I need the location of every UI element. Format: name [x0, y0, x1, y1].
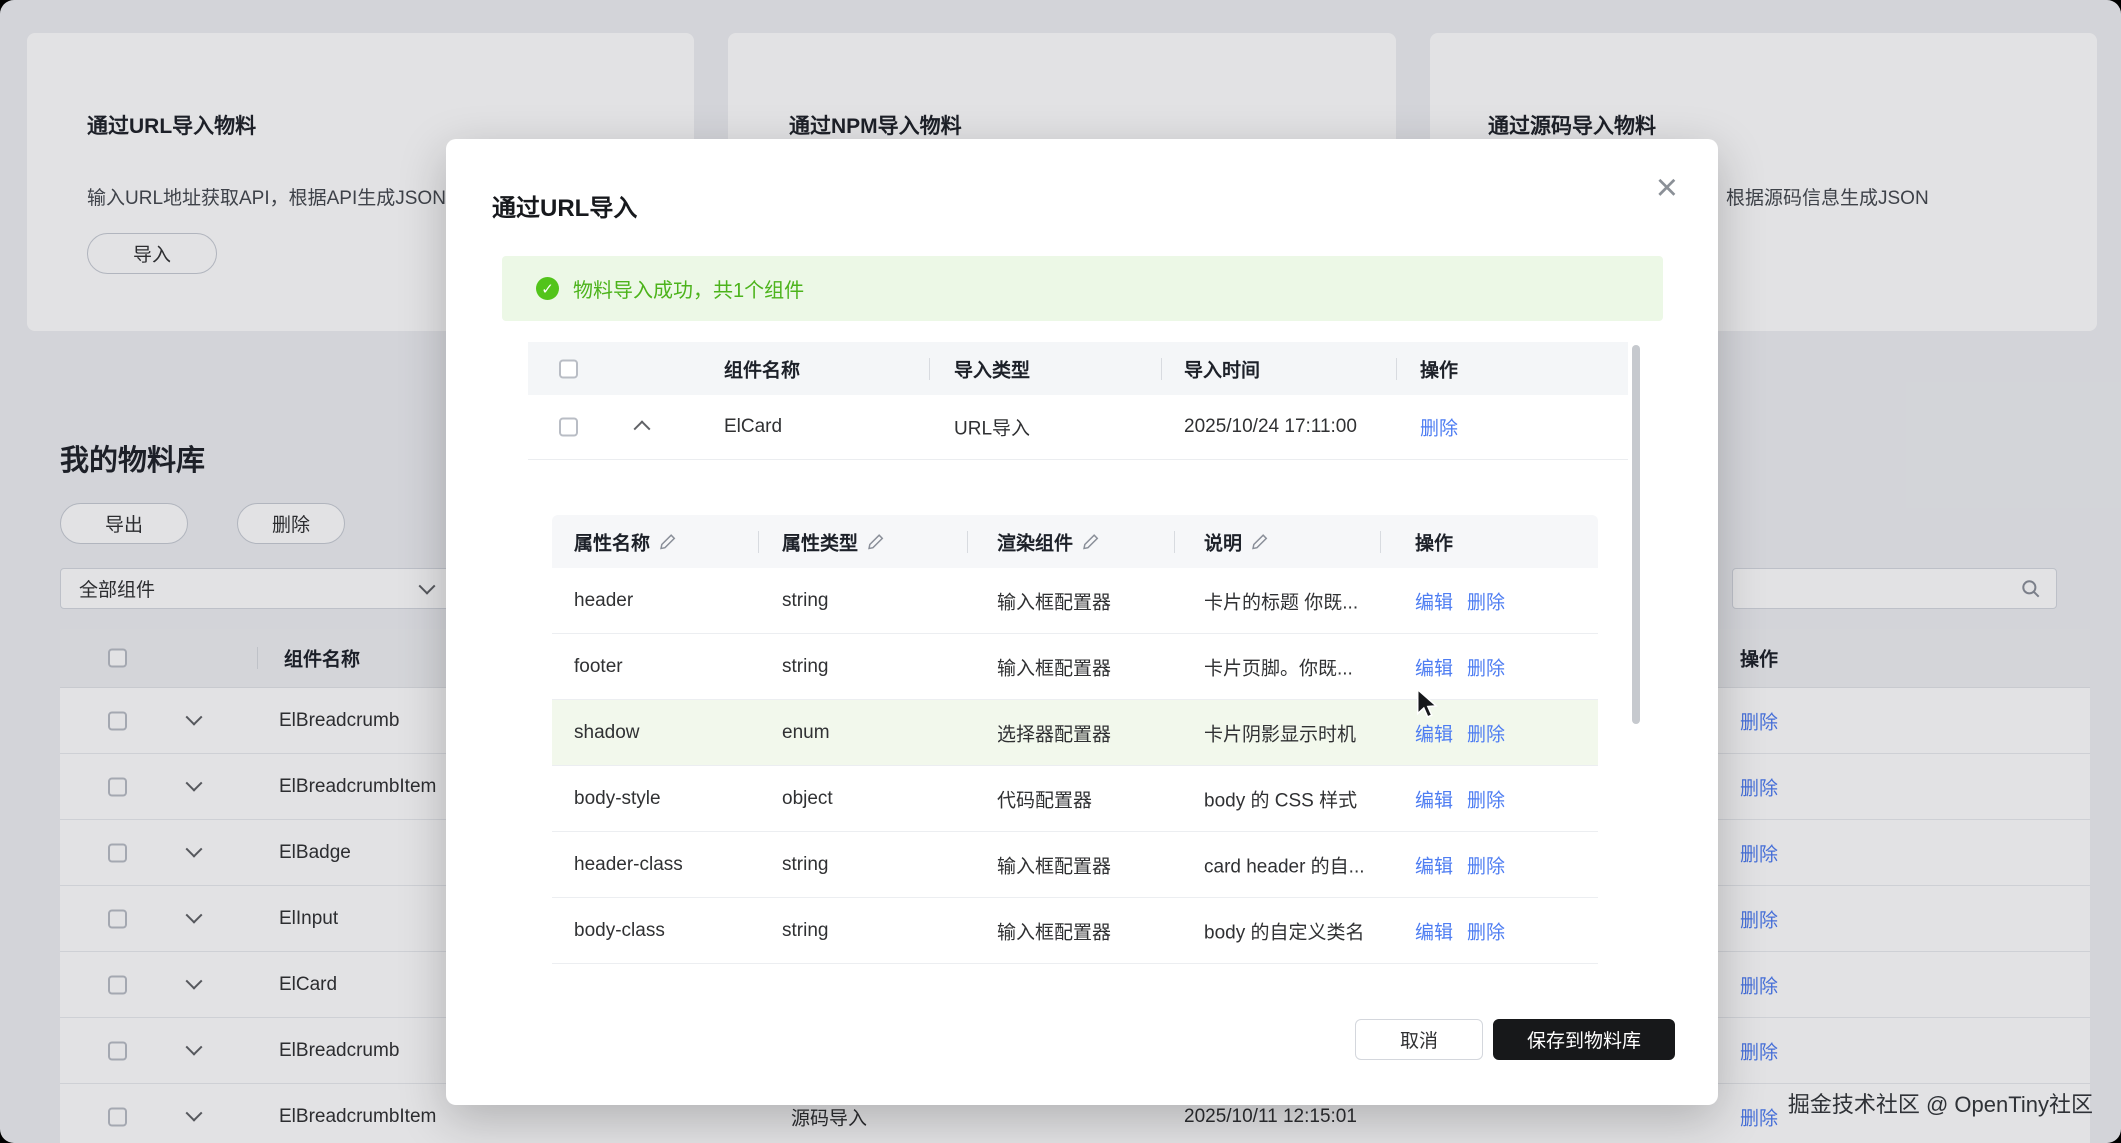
column-header-prop-name: 属性名称 [574, 528, 650, 555]
row-checkbox[interactable] [559, 418, 578, 437]
column-header-name: 组件名称 [724, 355, 800, 382]
header-divider [929, 358, 930, 380]
select-all-checkbox[interactable] [559, 359, 578, 378]
collapse-chevron-icon[interactable] [634, 420, 651, 437]
column-header-render-component: 渲染组件 [997, 528, 1073, 555]
prop-desc: 卡片的标题 你既... [1204, 587, 1358, 614]
prop-type: string [782, 656, 828, 678]
modal-title: 通过URL导入 [492, 188, 637, 223]
property-row: body-style object 代码配置器 body 的 CSS 样式 编辑… [552, 766, 1598, 832]
property-row: header string 输入框配置器 卡片的标题 你既... 编辑删除 [552, 568, 1598, 634]
success-banner: ✓ 物料导入成功，共1个组件 [502, 256, 1663, 321]
modal-scrollbar-thumb[interactable] [1632, 345, 1640, 724]
prop-render-component: 输入框配置器 [997, 851, 1111, 878]
header-divider [1174, 531, 1175, 553]
column-header-desc: 说明 [1204, 528, 1242, 555]
success-check-icon: ✓ [536, 277, 559, 300]
imported-components-table: 组件名称 导入类型 导入时间 操作 ElCard URL导入 2025/10/2… [528, 342, 1628, 460]
edit-link[interactable]: 编辑 [1415, 785, 1453, 812]
prop-desc: 卡片阴影显示时机 [1204, 719, 1356, 746]
column-header-action: 操作 [1420, 355, 1458, 382]
header-divider [1380, 531, 1381, 553]
delete-link[interactable]: 删除 [1467, 653, 1505, 680]
prop-desc: body 的自定义类名 [1204, 917, 1364, 944]
delete-link[interactable]: 删除 [1467, 587, 1505, 614]
component-name: ElCard [724, 416, 782, 438]
edit-link[interactable]: 编辑 [1415, 719, 1453, 746]
header-divider [967, 531, 968, 553]
delete-link[interactable]: 删除 [1467, 719, 1505, 746]
prop-type: object [782, 788, 833, 810]
properties-table: 属性名称 属性类型 渲染组件 说明 操 [552, 515, 1598, 964]
header-divider [1396, 358, 1397, 380]
watermark: 掘金技术社区 @ OpenTiny社区 [1788, 1087, 2093, 1119]
properties-table-header: 属性名称 属性类型 渲染组件 说明 操 [552, 515, 1598, 568]
component-row: ElCard URL导入 2025/10/24 17:11:00 删除 [528, 395, 1628, 460]
prop-render-component: 输入框配置器 [997, 587, 1111, 614]
delete-link[interactable]: 删除 [1467, 917, 1505, 944]
components-table-header: 组件名称 导入类型 导入时间 操作 [528, 342, 1628, 395]
edit-link[interactable]: 编辑 [1415, 587, 1453, 614]
column-header-time: 导入时间 [1184, 355, 1260, 382]
property-row: header-class string 输入框配置器 card header 的… [552, 832, 1598, 898]
prop-type: enum [782, 722, 830, 744]
edit-icon[interactable] [1082, 533, 1100, 551]
mouse-cursor-icon [1414, 688, 1440, 720]
edit-link[interactable]: 编辑 [1415, 653, 1453, 680]
edit-icon[interactable] [659, 533, 677, 551]
prop-render-component: 代码配置器 [997, 785, 1092, 812]
prop-render-component: 输入框配置器 [997, 917, 1111, 944]
cancel-button[interactable]: 取消 [1355, 1019, 1483, 1060]
prop-name: header [574, 590, 633, 612]
prop-type: string [782, 590, 828, 612]
edit-icon[interactable] [1251, 533, 1269, 551]
save-to-library-button[interactable]: 保存到物料库 [1493, 1019, 1675, 1060]
delete-link[interactable]: 删除 [1467, 851, 1505, 878]
prop-name: body-class [574, 920, 665, 942]
success-message: 物料导入成功，共1个组件 [573, 274, 804, 303]
prop-type: string [782, 920, 828, 942]
close-icon[interactable]: × [1656, 169, 1678, 207]
property-row: body-class string 输入框配置器 body 的自定义类名 编辑删… [552, 898, 1598, 964]
header-divider [758, 531, 759, 553]
prop-type: string [782, 854, 828, 876]
row-delete-link[interactable]: 删除 [1420, 414, 1458, 441]
prop-name: body-style [574, 788, 661, 810]
prop-name: header-class [574, 854, 683, 876]
column-header-type: 导入类型 [954, 355, 1030, 382]
prop-desc: card header 的自... [1204, 851, 1365, 878]
prop-render-component: 选择器配置器 [997, 719, 1111, 746]
screen: 通过URL导入物料 输入URL地址获取API，根据API生成JSON 导入 通过… [0, 0, 2121, 1143]
edit-link[interactable]: 编辑 [1415, 851, 1453, 878]
prop-render-component: 输入框配置器 [997, 653, 1111, 680]
prop-desc: body 的 CSS 样式 [1204, 785, 1357, 812]
header-divider [1161, 358, 1162, 380]
import-url-modal: 通过URL导入 × ✓ 物料导入成功，共1个组件 组件名称 导入类型 导入时间 … [446, 139, 1718, 1105]
delete-link[interactable]: 删除 [1467, 785, 1505, 812]
edit-icon[interactable] [867, 533, 885, 551]
column-header-prop-type: 属性类型 [782, 528, 858, 555]
import-time: 2025/10/24 17:11:00 [1184, 416, 1357, 438]
import-type: URL导入 [954, 414, 1030, 441]
property-row: footer string 输入框配置器 卡片页脚。你既... 编辑删除 [552, 634, 1598, 700]
prop-name: footer [574, 656, 623, 678]
property-row-hovered: shadow enum 选择器配置器 卡片阴影显示时机 编辑删除 [552, 700, 1598, 766]
column-header-action: 操作 [1415, 528, 1453, 555]
prop-desc: 卡片页脚。你既... [1204, 653, 1353, 680]
prop-name: shadow [574, 722, 640, 744]
edit-link[interactable]: 编辑 [1415, 917, 1453, 944]
